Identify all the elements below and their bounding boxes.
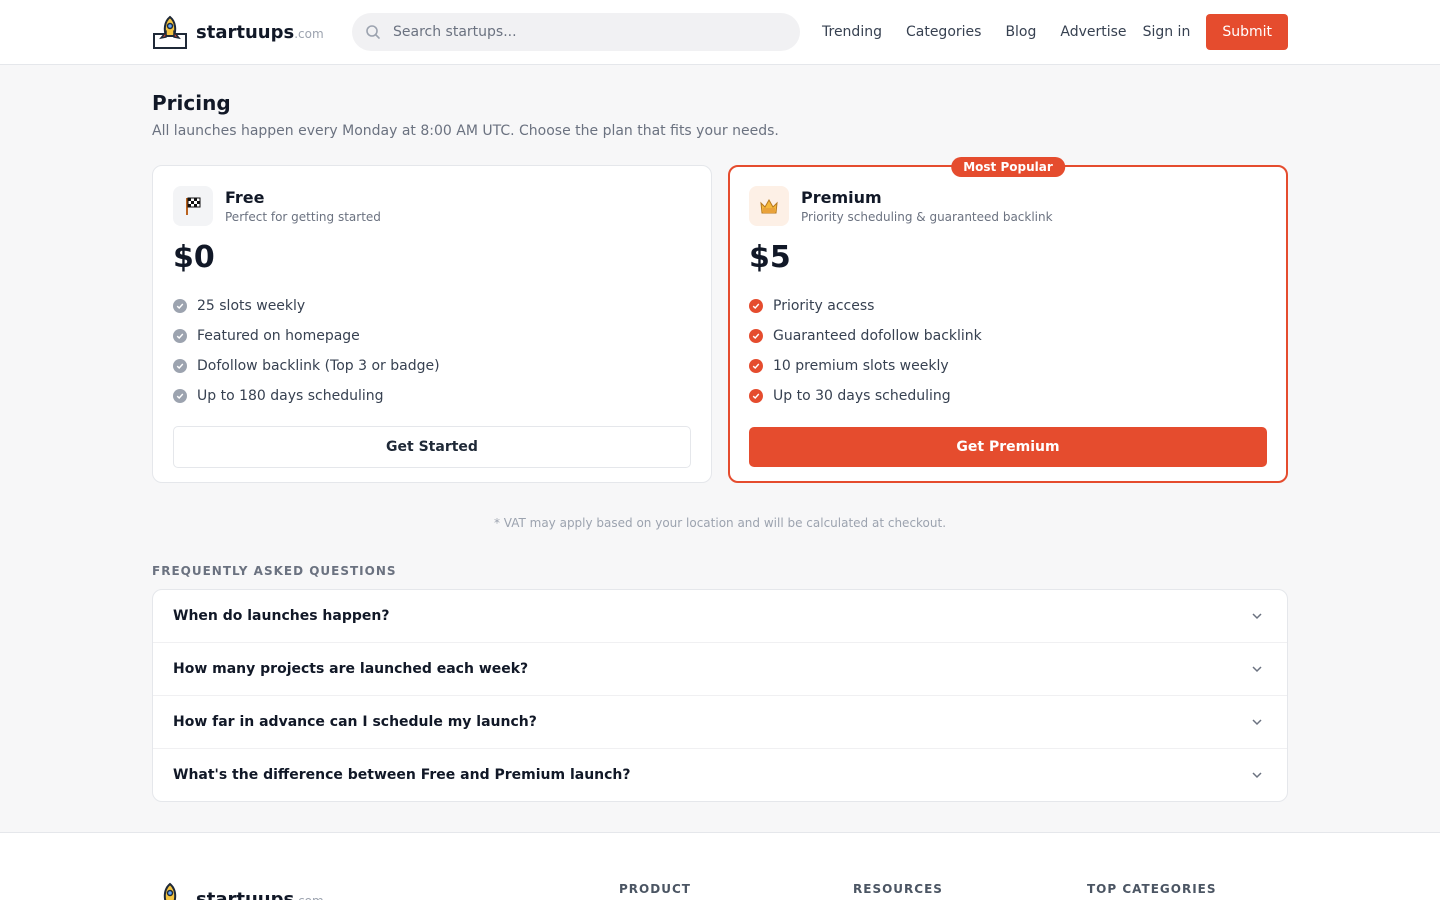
search-input[interactable] — [393, 24, 773, 40]
nav-blog[interactable]: Blog — [1005, 24, 1036, 40]
logo-tld: .com — [294, 26, 324, 41]
check-circle-icon — [749, 329, 763, 343]
faq-item[interactable]: When do launches happen? — [153, 590, 1287, 643]
feature-item: Up to 180 days scheduling — [173, 381, 691, 411]
faq-question: What's the difference between Free and P… — [173, 767, 631, 783]
chevron-down-icon — [1252, 719, 1262, 726]
vip-crown-icon — [749, 186, 789, 226]
check-circle-icon — [173, 389, 187, 403]
footer-logo[interactable]: startuups.com — [152, 881, 324, 900]
feature-item: Priority access — [749, 291, 1267, 321]
get-premium-button[interactable]: Get Premium — [749, 427, 1267, 467]
sign-in-link[interactable]: Sign in — [1143, 24, 1191, 40]
check-circle-icon — [749, 389, 763, 403]
footer-logo-name: startuups — [196, 888, 295, 900]
chevron-down-icon — [1252, 666, 1262, 673]
faq-item[interactable]: How far in advance can I schedule my lau… — [153, 696, 1287, 749]
faq-question: How far in advance can I schedule my lau… — [173, 714, 537, 730]
page-subtitle: All launches happen every Monday at 8:00… — [152, 123, 779, 139]
checkered-flag-icon — [173, 186, 213, 226]
check-circle-icon — [173, 299, 187, 313]
pricing-cards: Free Perfect for getting started $0 25 s… — [152, 157, 1288, 483]
logo[interactable]: startuups.com — [152, 14, 352, 50]
check-circle-icon — [173, 329, 187, 343]
nav-categories[interactable]: Categories — [906, 24, 981, 40]
plan-description: Priority scheduling & guaranteed backlin… — [801, 210, 1053, 224]
submit-button[interactable]: Submit — [1206, 14, 1288, 50]
top-header: startuups.com Trending Categories Blog A… — [0, 0, 1440, 65]
nav-trending[interactable]: Trending — [822, 24, 882, 40]
feature-item: Up to 30 days scheduling — [749, 381, 1267, 411]
plan-description: Perfect for getting started — [225, 210, 381, 224]
feature-item: Featured on homepage — [173, 321, 691, 351]
rocket-logo-icon — [153, 15, 187, 49]
feature-item: Dofollow backlink (Top 3 or badge) — [173, 351, 691, 381]
feature-list: 25 slots weekly Featured on homepage Dof… — [173, 291, 691, 411]
plan-price: $0 — [173, 240, 215, 275]
check-circle-icon — [749, 299, 763, 313]
plan-name: Premium — [801, 188, 882, 207]
feature-item: 25 slots weekly — [173, 291, 691, 321]
footer: startuups.com PRODUCT RESOURCES TOP CATE… — [0, 832, 1440, 900]
page-title: Pricing — [152, 91, 231, 115]
main-nav: Trending Categories Blog Advertise — [822, 24, 1127, 40]
faq-item[interactable]: How many projects are launched each week… — [153, 643, 1287, 696]
check-circle-icon — [173, 359, 187, 373]
plan-card-premium: Most Popular Premium Priority scheduling… — [728, 157, 1288, 483]
faq-title: FREQUENTLY ASKED QUESTIONS — [152, 564, 397, 578]
rocket-logo-icon — [163, 882, 177, 900]
faq-accordion: When do launches happen? How many projec… — [152, 589, 1288, 802]
nav-advertise[interactable]: Advertise — [1060, 24, 1126, 40]
get-started-button[interactable]: Get Started — [173, 426, 691, 468]
plan-price: $5 — [749, 240, 791, 275]
plan-name: Free — [225, 188, 265, 207]
most-popular-badge: Most Popular — [951, 157, 1065, 177]
feature-list: Priority access Guaranteed dofollow back… — [749, 291, 1267, 411]
faq-item[interactable]: What's the difference between Free and P… — [153, 749, 1287, 801]
main-content: Pricing All launches happen every Monday… — [152, 65, 1288, 802]
feature-item: 10 premium slots weekly — [749, 351, 1267, 381]
feature-item: Guaranteed dofollow backlink — [749, 321, 1267, 351]
footer-col-resources: RESOURCES — [853, 882, 943, 896]
chevron-down-icon — [1252, 613, 1262, 620]
chevron-down-icon — [1252, 772, 1262, 779]
check-circle-icon — [749, 359, 763, 373]
faq-question: How many projects are launched each week… — [173, 661, 529, 677]
search-bar[interactable] — [352, 13, 800, 51]
footer-logo-tld: .com — [294, 894, 323, 900]
footer-col-top-categories: TOP CATEGORIES — [1087, 882, 1217, 896]
faq-question: When do launches happen? — [173, 608, 390, 624]
plan-card-free: Free Perfect for getting started $0 25 s… — [152, 165, 712, 483]
footer-col-product: PRODUCT — [619, 882, 691, 896]
search-icon — [366, 25, 380, 39]
logo-name: startuups — [196, 21, 295, 43]
vat-note: * VAT may apply based on your location a… — [493, 516, 947, 530]
